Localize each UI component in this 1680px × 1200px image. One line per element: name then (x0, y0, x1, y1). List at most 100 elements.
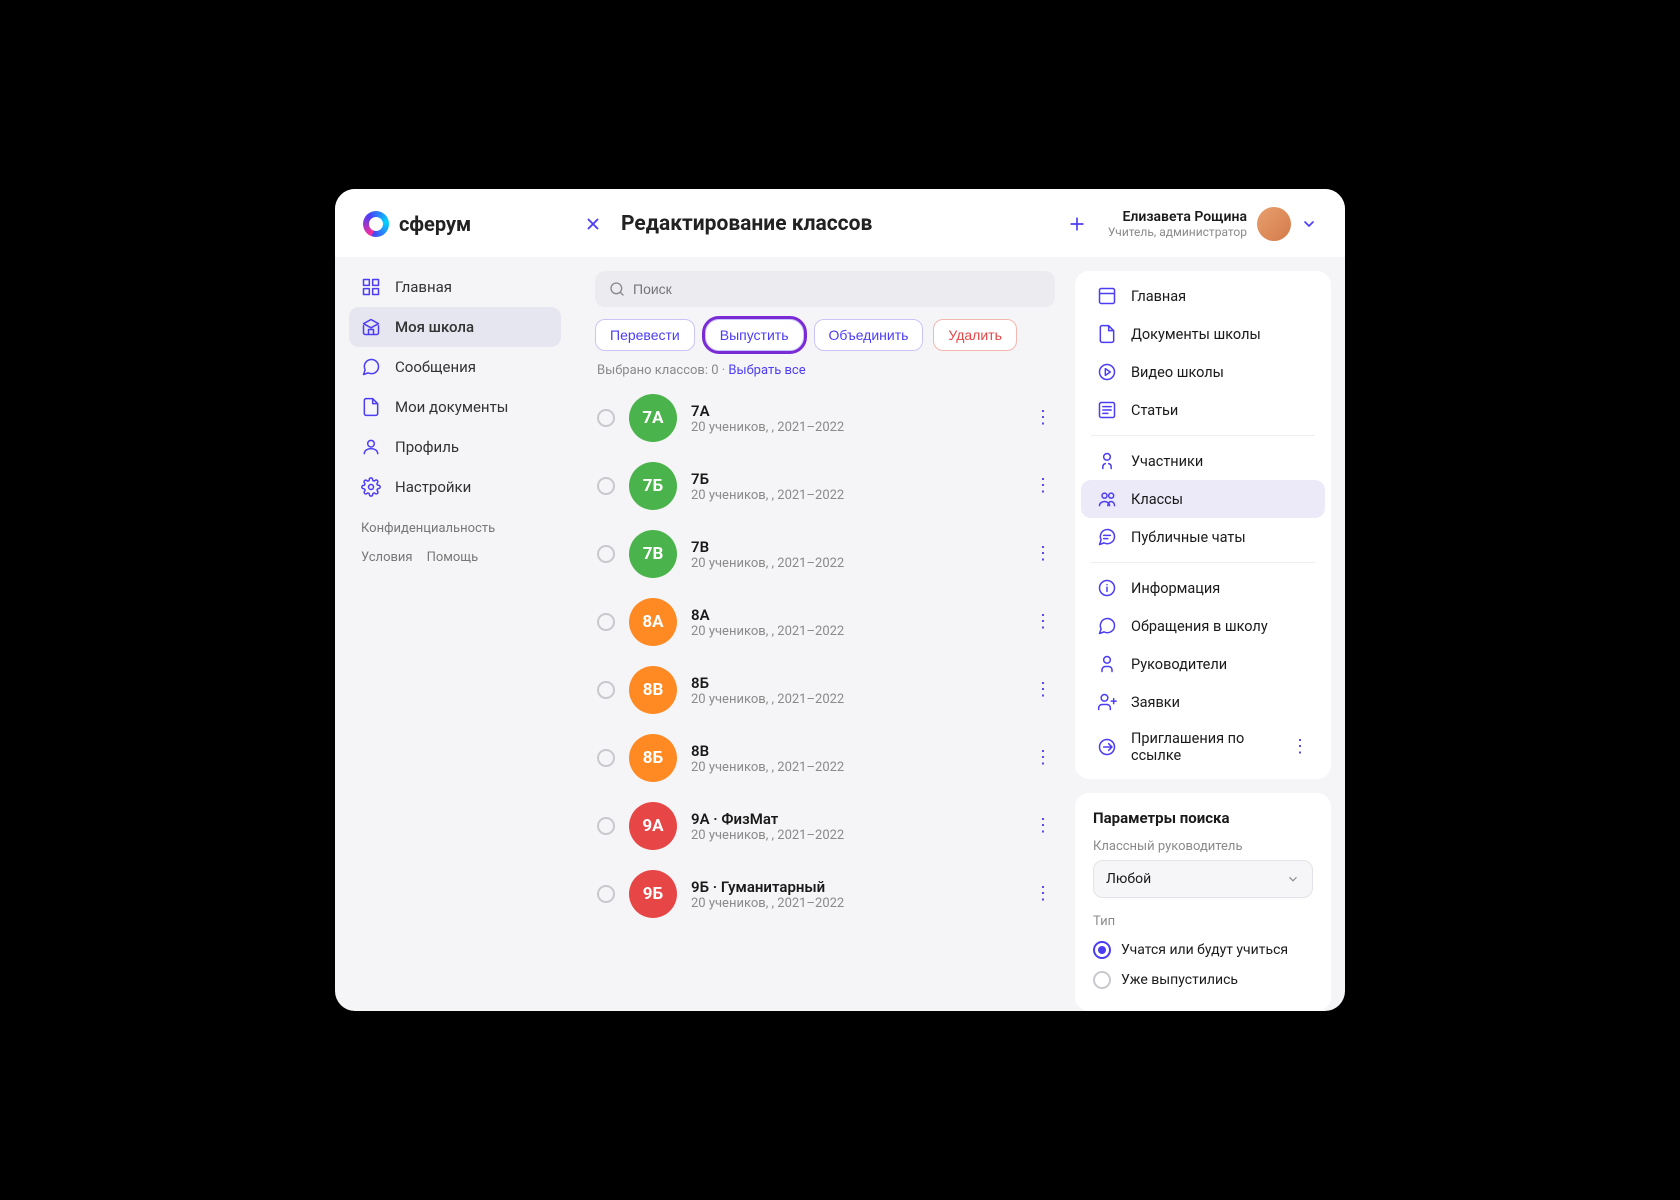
class-badge: 8В (629, 666, 677, 714)
right-item-label: Заявки (1131, 694, 1180, 711)
logo-text: сферум (399, 212, 471, 236)
nav-item-school[interactable]: Моя школа (349, 307, 561, 347)
footer-link-privacy[interactable]: Конфиденциальность (361, 521, 495, 536)
nav-item-gear[interactable]: Настройки (349, 467, 561, 507)
class-checkbox[interactable] (597, 749, 615, 767)
link-icon (1097, 737, 1117, 757)
right-item-play[interactable]: Видео школы (1081, 353, 1325, 391)
class-row[interactable]: 7Б 7Б 20 учеников, , 2021–2022 ⋮ (595, 456, 1055, 516)
class-subtitle: 20 учеников, , 2021–2022 (691, 420, 1019, 435)
class-subtitle: 20 учеников, , 2021–2022 (691, 896, 1019, 911)
class-subtitle: 20 учеников, , 2021–2022 (691, 760, 1019, 775)
class-info: 9А · ФизМат 20 учеников, , 2021–2022 (691, 810, 1019, 843)
teacher-select[interactable]: Любой (1093, 860, 1313, 898)
chat-icon (361, 357, 381, 377)
class-checkbox[interactable] (597, 885, 615, 903)
class-badge: 8Б (629, 734, 677, 782)
home-box-icon (1097, 286, 1117, 306)
type-option[interactable]: Учатся или будут учиться (1093, 935, 1313, 965)
row-menu-icon[interactable]: ⋮ (1033, 885, 1053, 903)
chevron-down-icon[interactable] (1301, 216, 1317, 232)
class-title: 7Б (691, 470, 1019, 488)
class-row[interactable]: 7А 7А 20 учеников, , 2021–2022 ⋮ (595, 388, 1055, 448)
nav-item-doc[interactable]: Мои документы (349, 387, 561, 427)
nav-item-label: Профиль (395, 438, 459, 456)
divider (1091, 562, 1315, 563)
type-option[interactable]: Уже выпустились (1093, 965, 1313, 995)
class-checkbox[interactable] (597, 477, 615, 495)
page-title: Редактирование классов (621, 212, 872, 236)
radio-icon (1093, 941, 1111, 959)
search-box[interactable] (595, 271, 1055, 307)
type-label: Тип (1093, 914, 1313, 929)
right-item-link[interactable]: Приглашения по ссылке⋮ (1081, 721, 1325, 773)
right-item-users[interactable]: Участники (1081, 442, 1325, 480)
class-checkbox[interactable] (597, 545, 615, 563)
right-item-label: Классы (1131, 491, 1183, 508)
center-column: Перевести Выпустить Объединить Удалить В… (591, 257, 1059, 1011)
right-item-chats[interactable]: Публичные чаты (1081, 518, 1325, 556)
right-item-lead[interactable]: Руководители (1081, 645, 1325, 683)
class-subtitle: 20 учеников, , 2021–2022 (691, 692, 1019, 707)
avatar (1257, 207, 1291, 241)
class-title: 8В (691, 742, 1019, 760)
right-item-home-box[interactable]: Главная (1081, 277, 1325, 315)
logo[interactable]: сферум (363, 211, 583, 237)
transfer-button[interactable]: Перевести (595, 319, 695, 351)
user-name: Елизавета Рощина (1108, 209, 1247, 225)
group-icon (1097, 489, 1117, 509)
class-title: 8Б (691, 674, 1019, 692)
class-badge: 7В (629, 530, 677, 578)
row-menu-icon[interactable]: ⋮ (1033, 409, 1053, 427)
row-menu-icon[interactable]: ⋮ (1033, 749, 1053, 767)
row-menu-icon[interactable]: ⋮ (1033, 545, 1053, 563)
more-icon[interactable]: ⋮ (1291, 738, 1309, 756)
right-item-group[interactable]: Классы (1081, 480, 1325, 518)
teacher-label: Классный руководитель (1093, 839, 1313, 854)
footer-link-help[interactable]: Помощь (427, 550, 479, 565)
search-icon (609, 281, 625, 297)
nav-item-profile[interactable]: Профиль (349, 427, 561, 467)
merge-button[interactable]: Объединить (814, 319, 924, 351)
nav-item-chat[interactable]: Сообщения (349, 347, 561, 387)
user-block[interactable]: Елизавета Рощина Учитель, администратор (1108, 207, 1317, 241)
doc-icon (1097, 324, 1117, 344)
right-item-doc[interactable]: Документы школы (1081, 315, 1325, 353)
class-subtitle: 20 учеников, , 2021–2022 (691, 556, 1019, 571)
row-menu-icon[interactable]: ⋮ (1033, 681, 1053, 699)
footer-link-terms[interactable]: Условия (361, 550, 413, 565)
right-item-label: Видео школы (1131, 364, 1224, 381)
class-info: 8В 20 учеников, , 2021–2022 (691, 742, 1019, 775)
class-row[interactable]: 9Б 9Б · Гуманитарный 20 учеников, , 2021… (595, 864, 1055, 924)
class-row[interactable]: 7В 7В 20 учеников, , 2021–2022 ⋮ (595, 524, 1055, 584)
class-row[interactable]: 8А 8А 20 учеников, , 2021–2022 ⋮ (595, 592, 1055, 652)
nav-item-label: Моя школа (395, 318, 474, 336)
topbar: сферум Редактирование классов Елизавета … (335, 189, 1345, 257)
close-icon[interactable] (583, 214, 603, 234)
class-checkbox[interactable] (597, 613, 615, 631)
class-info: 8А 20 учеников, , 2021–2022 (691, 606, 1019, 639)
add-button[interactable] (1066, 213, 1088, 235)
graduate-button[interactable]: Выпустить (705, 319, 804, 351)
right-item-request[interactable]: Заявки (1081, 683, 1325, 721)
nav-item-label: Главная (395, 278, 452, 296)
right-item-label: Публичные чаты (1131, 529, 1246, 546)
class-checkbox[interactable] (597, 817, 615, 835)
class-info: 9Б · Гуманитарный 20 учеников, , 2021–20… (691, 878, 1019, 911)
row-menu-icon[interactable]: ⋮ (1033, 613, 1053, 631)
class-checkbox[interactable] (597, 409, 615, 427)
class-checkbox[interactable] (597, 681, 615, 699)
right-item-info[interactable]: Информация (1081, 569, 1325, 607)
row-menu-icon[interactable]: ⋮ (1033, 477, 1053, 495)
select-all-link[interactable]: Выбрать все (728, 363, 805, 378)
right-item-article[interactable]: Статьи (1081, 391, 1325, 429)
class-row[interactable]: 9А 9А · ФизМат 20 учеников, , 2021–2022 … (595, 796, 1055, 856)
delete-button[interactable]: Удалить (933, 319, 1016, 351)
row-menu-icon[interactable]: ⋮ (1033, 817, 1053, 835)
right-item-bubble[interactable]: Обращения в школу (1081, 607, 1325, 645)
nav-item-home[interactable]: Главная (349, 267, 561, 307)
search-input[interactable] (633, 281, 1041, 297)
left-nav: Главная Моя школа СообщенияМои документы Пр… (335, 257, 575, 1011)
class-row[interactable]: 8В 8Б 20 учеников, , 2021–2022 ⋮ (595, 660, 1055, 720)
class-row[interactable]: 8Б 8В 20 учеников, , 2021–2022 ⋮ (595, 728, 1055, 788)
